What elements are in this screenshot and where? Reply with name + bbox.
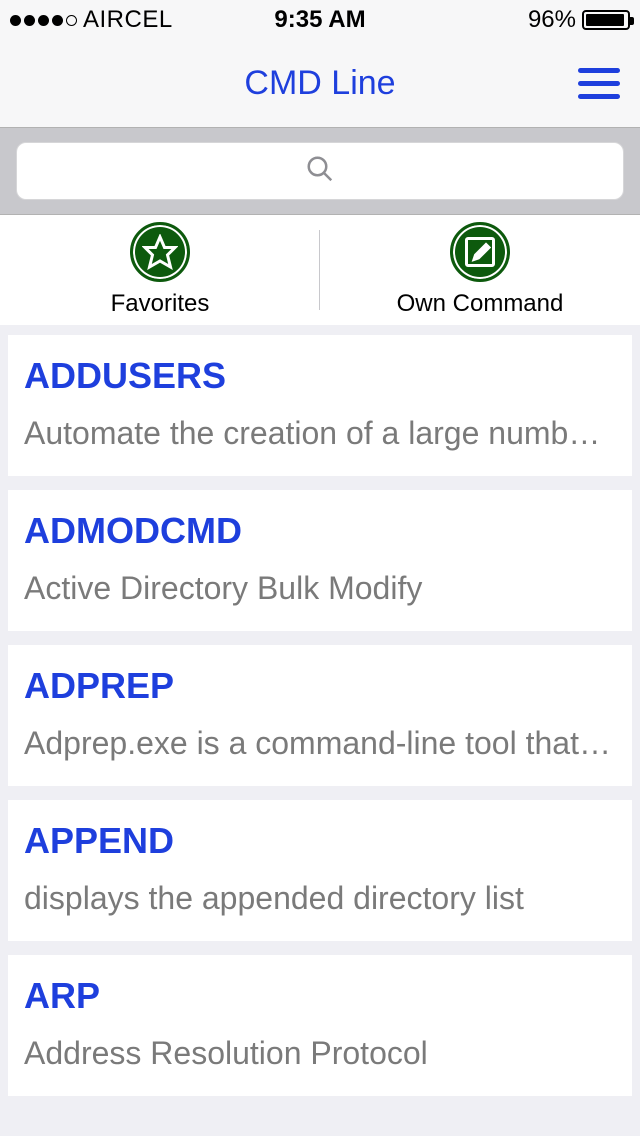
command-description: Adprep.exe is a command-line tool that p… (24, 725, 616, 762)
menu-button[interactable] (578, 68, 620, 99)
search-bar (0, 128, 640, 215)
tab-own-command[interactable]: Own Command (320, 215, 640, 325)
hamburger-icon (578, 68, 620, 73)
list-item[interactable]: ARP Address Resolution Protocol (8, 955, 632, 1096)
battery-icon (582, 10, 630, 30)
carrier-label: AIRCEL (83, 6, 173, 34)
command-name: ADDUSERS (24, 355, 616, 397)
command-name: APPEND (24, 820, 616, 862)
command-list: ADDUSERS Automate the creation of a larg… (0, 325, 640, 1096)
signal-strength-icon (10, 15, 77, 26)
page-title: CMD Line (244, 64, 395, 103)
list-item[interactable]: ADDUSERS Automate the creation of a larg… (8, 335, 632, 476)
status-bar: AIRCEL 9:35 AM 96% (0, 0, 640, 40)
status-left: AIRCEL (10, 6, 173, 34)
search-icon (305, 154, 335, 189)
command-description: Active Directory Bulk Modify (24, 570, 616, 607)
search-input[interactable] (16, 142, 624, 200)
nav-bar: CMD Line (0, 40, 640, 128)
tab-favorites-label: Favorites (111, 290, 210, 318)
command-description: Address Resolution Protocol (24, 1035, 616, 1072)
tabs: Favorites Own Command (0, 215, 640, 325)
list-item[interactable]: ADMODCMD Active Directory Bulk Modify (8, 490, 632, 631)
command-name: ARP (24, 975, 616, 1017)
command-name: ADPREP (24, 665, 616, 707)
battery-percent: 96% (528, 6, 576, 34)
list-item[interactable]: APPEND displays the appended directory l… (8, 800, 632, 941)
clock: 9:35 AM (274, 6, 365, 34)
command-description: Automate the creation of a large number … (24, 415, 616, 452)
status-right: 96% (528, 6, 630, 34)
tab-favorites[interactable]: Favorites (0, 215, 320, 325)
edit-icon (450, 222, 510, 282)
command-name: ADMODCMD (24, 510, 616, 552)
list-item[interactable]: ADPREP Adprep.exe is a command-line tool… (8, 645, 632, 786)
star-icon (130, 222, 190, 282)
tab-own-command-label: Own Command (397, 290, 564, 318)
command-description: displays the appended directory list (24, 880, 616, 917)
